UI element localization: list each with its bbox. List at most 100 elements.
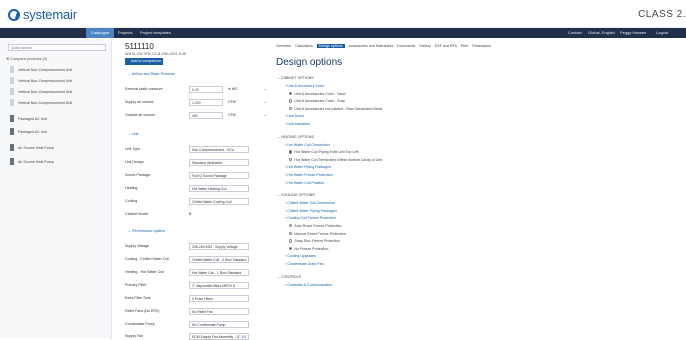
sound-package-select[interactable]: Full IQ Sound Package: [189, 172, 249, 179]
nav-catalogue[interactable]: Catalogue: [86, 28, 114, 38]
radio-button-icon[interactable]: [289, 91, 293, 95]
sidebar-item[interactable]: Packaged AC Unit: [10, 115, 47, 122]
radio-button-icon[interactable]: [289, 231, 293, 235]
option-subsection[interactable]: › Hot Water Piping Packages: [285, 165, 331, 169]
nav-logout[interactable]: Logout: [656, 28, 668, 38]
performance-section-header[interactable]: ⌄ Performance options: [128, 229, 165, 233]
nav-language[interactable]: Global, English: [588, 28, 615, 38]
tab-dimensions[interactable]: Dimensions: [472, 44, 491, 48]
tab-dxf-rfa[interactable]: DXF and RFA: [435, 44, 457, 48]
unit-section-header[interactable]: ⌄ Unit: [128, 132, 138, 136]
sidebar-item[interactable]: Air Source Heat Pump: [10, 144, 54, 151]
unit-icon: [10, 115, 14, 122]
option-subsection[interactable]: › Controller & Communication: [285, 283, 332, 287]
radio-button-icon[interactable]: [289, 224, 293, 228]
option-subsection[interactable]: › Condensate Drain Pan: [285, 262, 324, 266]
option-subsection[interactable]: › Unit Doors: [285, 114, 304, 118]
esp-input[interactable]: 0.20: [189, 86, 223, 93]
option-subsection[interactable]: › Chilled Water Piping Packaged: [285, 209, 337, 213]
option-group-header[interactable]: ⌄ COOLING OPTIONS: [277, 193, 315, 197]
radio-button-icon[interactable]: [289, 239, 293, 243]
nav-contact[interactable]: Contact: [568, 28, 582, 38]
chevron-down-icon[interactable]: ⌄: [264, 113, 267, 117]
cooling-select[interactable]: Chilled Water Cooling Coil: [189, 198, 249, 205]
tab-documents[interactable]: Documents: [397, 44, 415, 48]
radio-option[interactable]: Manual Reset Freeze Protection: [289, 231, 346, 236]
option-group-header[interactable]: ⌄ HEATING OPTIONS: [277, 135, 314, 139]
tab-print[interactable]: Print: [461, 44, 468, 48]
tab-design-options[interactable]: Design options: [316, 44, 345, 48]
nav-project-templates[interactable]: Project templates: [140, 28, 171, 38]
nav-user[interactable]: Peggy Hansen: [620, 28, 646, 38]
quick-search-input[interactable]: Quick search: [8, 44, 106, 51]
unit-select[interactable]: CFM: [228, 113, 236, 117]
option-label: Cooling Upgrades: [287, 254, 316, 259]
unit-type-select[interactable]: Non Compressorized - VCU: [189, 146, 249, 153]
supply-air-input[interactable]: 1,200: [189, 99, 223, 106]
cooling-coil-select[interactable]: Chilled Water Coil - 4 Row Standard: [189, 256, 249, 263]
primary-filter-row: Primary Filter 2" disposable filters MERV…: [125, 282, 267, 289]
primary-filter-select[interactable]: 2" disposable filters MERV 8: [189, 282, 249, 289]
sidebar-item[interactable]: Vertical Non-Compressorized Unit: [10, 99, 72, 106]
field-label: Unit Type: [125, 147, 141, 151]
relief-fans-select[interactable]: No Relief Fan: [189, 308, 249, 315]
add-to-comparison-button[interactable]: Add to comparison: [125, 58, 163, 65]
tab-accessories[interactable]: Accessories and Warranties: [349, 44, 394, 48]
airflow-section-header[interactable]: ⌄ Airflow and Static Pressure: [128, 72, 175, 76]
sidebar-item[interactable]: Vertical Non-Compressorized Unit: [10, 77, 72, 84]
product-code: MVHX-CW-VFB-1G-B-208-240/1-5-0E: [125, 52, 187, 56]
option-group-header[interactable]: ⌄ CABINET OPTIONS: [277, 76, 314, 80]
option-subsection[interactable]: › Hot Water Coil Connection: [285, 143, 330, 147]
option-subsection[interactable]: › Hot Water Coil Position: [285, 181, 324, 185]
sidebar-item[interactable]: Vertical Non-Compressorized Unit: [10, 88, 72, 95]
radio-option[interactable]: Hot Water Coil Piping Exits Unit Top Lef…: [289, 150, 359, 154]
unit-icon: [10, 144, 14, 151]
radio-option[interactable]: Auto Reset Freeze Protection: [289, 224, 342, 228]
tab-gallery[interactable]: Gallery: [419, 44, 430, 48]
radio-option[interactable]: No Freeze Protection: [289, 246, 328, 251]
unit-type-row: Unit Type Non Compressorized - VCU: [125, 146, 267, 153]
sidebar-item[interactable]: Air Source Heat Pump: [10, 158, 54, 165]
radio-button-icon[interactable]: [289, 99, 293, 103]
systemair-logo[interactable]: systemair: [8, 7, 77, 22]
heating-select[interactable]: Hot Water Heating Coil: [189, 185, 249, 192]
option-subsection[interactable]: › Hot Water Freeze Protection: [285, 173, 333, 177]
supply-voltage-select[interactable]: 208-240/1/60 - Supply Voltage: [189, 243, 249, 250]
radio-option[interactable]: Hot Water Coil Terminated Within Bottom …: [289, 157, 382, 162]
unit-icon: [10, 99, 14, 106]
option-subsection[interactable]: › Unit Insulation: [285, 122, 310, 126]
option-subsection[interactable]: › Chilled Water Coil Connection: [285, 201, 335, 205]
sidebar-item[interactable]: Vertical Non-Compressorized Unit: [10, 66, 72, 73]
radio-option[interactable]: Snap Disc Freeze Protection: [289, 239, 340, 243]
nav-projects[interactable]: Projects: [118, 28, 132, 38]
radio-option[interactable]: Unit & Accessories not painted - Raw Gal…: [289, 106, 382, 111]
extra-filter-select[interactable]: 0 Extra Filters: [189, 295, 249, 302]
chevron-down-icon[interactable]: ⌄: [264, 100, 267, 104]
unit-select[interactable]: CFM: [228, 100, 236, 104]
unit-select[interactable]: in WC: [228, 87, 238, 91]
chevron-down-icon[interactable]: ⌄: [264, 87, 267, 91]
heating-coil-select[interactable]: Hot Water Coil - 1 Row Standard: [189, 269, 249, 276]
tab-calculation[interactable]: Calculation: [295, 44, 313, 48]
radio-button-icon[interactable]: [289, 106, 293, 111]
radio-button-icon[interactable]: [289, 246, 293, 251]
radio-option[interactable]: Unit & Accessories Color - Gray: [289, 99, 345, 103]
field-label: Condensate Pump: [125, 322, 155, 326]
heating-row: Heating Hot Water Heating Coil: [125, 185, 267, 192]
radio-button-icon[interactable]: [289, 150, 293, 154]
option-subsection[interactable]: › Cooling Upgrades: [285, 254, 316, 258]
option-subsection[interactable]: › Unit & Accessory Color: [285, 84, 324, 88]
option-subsection[interactable]: › Cooling Coil Freeze Protection: [285, 216, 336, 220]
sidebar-item[interactable]: Packaged AC Unit: [10, 128, 47, 135]
radio-button-icon[interactable]: [289, 157, 293, 162]
compare-products-link[interactable]: ⊕ Compare products (0): [6, 56, 47, 61]
radio-option[interactable]: Unit & Accessories Color - Sand: [289, 91, 346, 96]
outside-air-input[interactable]: 450: [189, 112, 223, 119]
condensate-pump-select[interactable]: No Condensate Pump: [189, 321, 249, 328]
tab-overview[interactable]: Overview: [276, 44, 291, 48]
option-group-header[interactable]: ⌄ CONTROLS: [277, 275, 301, 279]
unit-design-select[interactable]: Standard Ventilation: [189, 159, 249, 166]
product-id: 5111110: [125, 42, 154, 51]
unit-design-row: Unit Design Standard Ventilation: [125, 159, 267, 166]
option-label: COOLING OPTIONS: [281, 193, 315, 198]
